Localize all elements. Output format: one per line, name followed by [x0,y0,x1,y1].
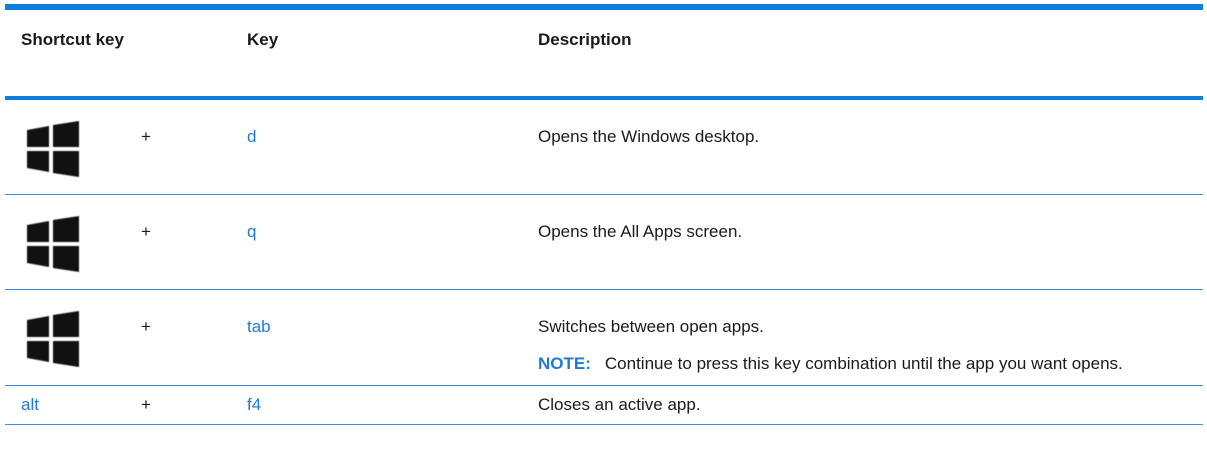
header-description: Description [538,30,632,49]
key-f4-link[interactable]: f4 [247,393,261,417]
key-d-link[interactable]: d [247,125,256,149]
note-text: Continue to press this key combination u… [604,354,1123,373]
table-row: alt + f4 Closes an active app. [5,386,1203,425]
plus-sign: + [141,222,151,241]
windows-logo-icon [27,216,79,272]
row-description: Opens the Windows desktop. [538,127,760,146]
table-row: + q Opens the All Apps screen. [5,195,1203,290]
row-description: Switches between open apps. [538,317,764,336]
row-description: Opens the All Apps screen. [538,222,743,241]
plus-sign: + [141,127,151,146]
header-key: Key [247,30,279,49]
key-alt-link[interactable]: alt [21,393,39,417]
table-row: + tab Switches between open apps. NOTE: C… [5,290,1203,386]
table-header-row: Shortcut key Key Description [5,10,1203,100]
key-tab-link[interactable]: tab [247,315,271,339]
header-shortcut-key: Shortcut key [21,30,124,49]
plus-sign: + [141,317,151,336]
windows-logo-icon [27,311,79,367]
row-description: Closes an active app. [538,395,701,414]
table-row: + d Opens the Windows desktop. [5,100,1203,195]
windows-logo-icon [27,121,79,177]
shortcut-table: Shortcut key Key Description + d Opens t… [5,4,1203,425]
key-q-link[interactable]: q [247,220,256,244]
plus-sign: + [141,395,151,414]
note-label: NOTE: [538,354,591,373]
note: NOTE: Continue to press this key combinat… [538,352,1178,376]
